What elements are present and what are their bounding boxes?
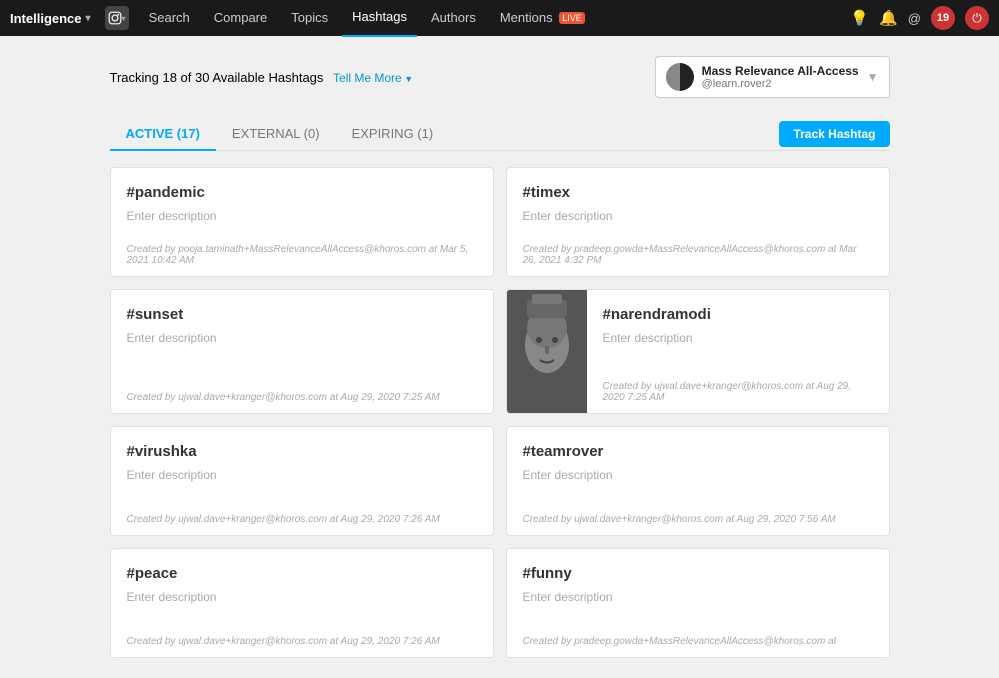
hashtag-description-funny: Enter description (523, 590, 873, 604)
tab-expiring[interactable]: EXPIRING (1) (336, 118, 450, 151)
hashtag-card-virushka[interactable]: #virushka Enter description Created by ujw… (110, 426, 494, 536)
brand-name: Intelligence (10, 11, 82, 26)
lightbulb-icon[interactable]: 💡 (850, 9, 869, 27)
account-info: Mass Relevance All-Access @learn.rover2 (702, 64, 859, 90)
hashtag-description-peace: Enter description (127, 590, 477, 604)
hashtag-card-narendramodi[interactable]: #narendramodi Enter description Created by… (506, 289, 890, 414)
hashtag-meta-sunset: Created by ujwal.dave+kranger@khoros.com… (127, 392, 477, 403)
power-button[interactable]: ⏻ (965, 6, 989, 30)
hashtag-card-funny[interactable]: #funny Enter description Created by pradee… (506, 548, 890, 658)
tabs-bar: ACTIVE (17) EXTERNAL (0) EXPIRING (1) Tr… (110, 118, 890, 151)
hashtag-description-timex: Enter description (523, 209, 873, 223)
account-logo (666, 63, 694, 91)
hashtag-meta-virushka: Created by ujwal.dave+kranger@khoros.com… (127, 514, 477, 525)
hashtag-description-sunset: Enter description (127, 331, 477, 345)
hashtag-name-peace[interactable]: #peace (127, 565, 477, 582)
hashtag-description-virushka: Enter description (127, 468, 477, 482)
tab-external[interactable]: EXTERNAL (0) (216, 118, 336, 151)
main-content: Tracking 18 of 30 Available Hashtags Tel… (50, 36, 950, 678)
hashtag-name-virushka[interactable]: #virushka (127, 443, 477, 460)
hashtag-name-narendramodi[interactable]: #narendramodi (603, 306, 873, 323)
hashtag-meta-peace: Created by ujwal.dave+kranger@khoros.com… (127, 636, 477, 647)
live-badge: LIVE (559, 12, 585, 24)
hashtag-card-timex[interactable]: #timex Enter description Created by pradee… (506, 167, 890, 277)
hashtag-meta-pandemic: Created by pooja.taminath+MassRelevanceA… (127, 244, 477, 266)
hashtag-description-teamrover: Enter description (523, 468, 873, 482)
hashtag-card-pandemic[interactable]: #pandemic Enter description Created by poo… (110, 167, 494, 277)
hashtag-name-funny[interactable]: #funny (523, 565, 873, 582)
hashtag-name-sunset[interactable]: #sunset (127, 306, 477, 323)
nav-hashtags[interactable]: Hashtags (342, 0, 417, 37)
user-avatar[interactable]: 19 (931, 6, 955, 30)
account-handle: @learn.rover2 (702, 78, 859, 90)
nav-mentions[interactable]: Mentions LIVE (490, 0, 595, 36)
tracking-info: Tracking 18 of 30 Available Hashtags Tel… (110, 70, 414, 85)
hashtag-meta-narendramodi: Created by ujwal.dave+kranger@khoros.com… (603, 381, 873, 403)
tell-me-more-link[interactable]: Tell Me More (333, 71, 413, 85)
card-image-narendramodi (507, 290, 587, 413)
account-name: Mass Relevance All-Access (702, 64, 859, 78)
topnav-icons: 💡 🔔 @ 19 ⏻ (850, 6, 989, 30)
hashtag-card-teamrover[interactable]: #teamrover Enter description Created by uj… (506, 426, 890, 536)
brand-logo[interactable]: Intelligence ▾ (10, 11, 91, 26)
tracking-bar: Tracking 18 of 30 Available Hashtags Tel… (110, 56, 890, 98)
track-hashtag-button[interactable]: Track Hashtag (779, 121, 889, 147)
top-navigation: Intelligence ▾ ▾ Search Compare Topics H… (0, 0, 999, 36)
nav-authors[interactable]: Authors (421, 0, 486, 36)
nav-topics[interactable]: Topics (281, 0, 338, 36)
account-selector[interactable]: Mass Relevance All-Access @learn.rover2 … (655, 56, 890, 98)
hashtag-card-sunset[interactable]: #sunset Enter description Created by ujwal… (110, 289, 494, 414)
nav-search[interactable]: Search (139, 0, 200, 36)
bell-icon[interactable]: 🔔 (879, 9, 898, 27)
hashtag-meta-funny: Created by pradeep.gowda+MassRelevanceAl… (523, 636, 873, 647)
hashtag-name-pandemic[interactable]: #pandemic (127, 184, 477, 201)
nav-compare[interactable]: Compare (204, 0, 277, 36)
tab-active[interactable]: ACTIVE (17) (110, 118, 216, 151)
hashtag-meta-teamrover: Created by ujwal.dave+kranger@khoros.com… (523, 514, 873, 525)
hashtag-name-teamrover[interactable]: #teamrover (523, 443, 873, 460)
hashtag-description-pandemic: Enter description (127, 209, 477, 223)
brand-dropdown-icon[interactable]: ▾ (86, 13, 91, 24)
tracking-text: Tracking 18 of 30 Available Hashtags (110, 70, 324, 85)
hashtag-description-narendramodi: Enter description (603, 331, 873, 345)
at-icon[interactable]: @ (908, 11, 921, 26)
hashtag-card-peace[interactable]: #peace Enter description Created by ujwal.… (110, 548, 494, 658)
account-dropdown-icon[interactable]: ▼ (867, 70, 879, 84)
instagram-icon[interactable]: ▾ (105, 6, 129, 30)
hashtag-grid: #pandemic Enter description Created by poo… (110, 167, 890, 658)
hashtag-meta-timex: Created by pradeep.gowda+MassRelevanceAl… (523, 244, 873, 266)
hashtag-name-timex[interactable]: #timex (523, 184, 873, 201)
